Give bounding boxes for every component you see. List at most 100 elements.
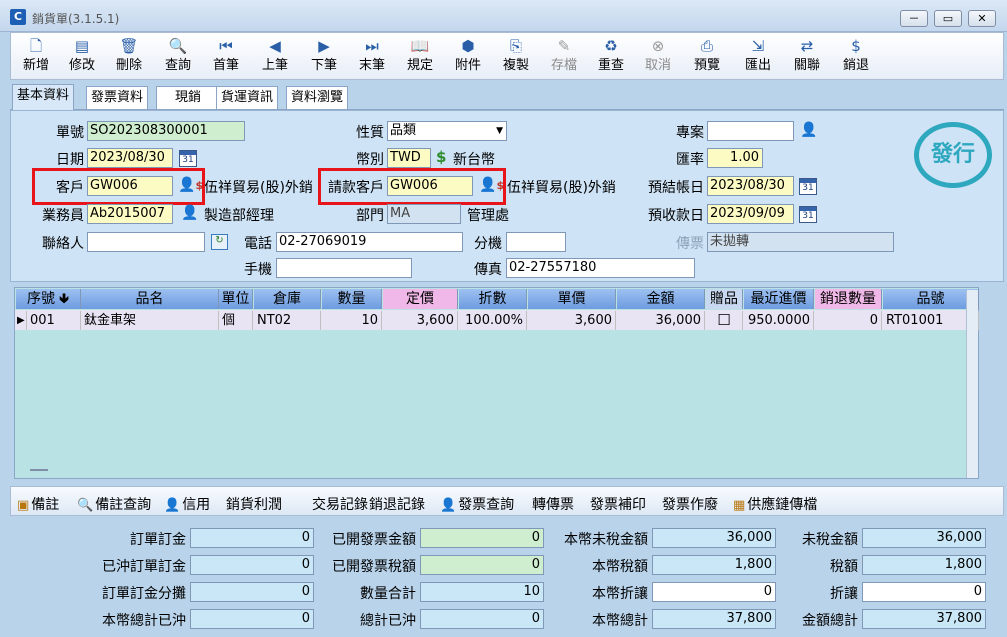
grid-header-1[interactable]: 品名 [81,289,219,309]
toolbar-button-7[interactable]: ⏭ 末筆 [349,35,395,79]
close-button[interactable]: ✕ [968,10,996,27]
cell-seq[interactable]: 001 [27,311,81,330]
tab-shipping[interactable]: 貨運資訊 [216,86,279,109]
cell-qty[interactable]: 10 [322,311,382,330]
fax-field[interactable]: 02-27557180 [506,258,695,278]
mobile-field[interactable] [276,258,412,278]
toolbar-button-10[interactable]: ⎘ 複製 [493,35,539,79]
calendar-icon[interactable]: 31 [799,178,817,195]
cell-discount[interactable]: 100.00% [459,311,527,330]
cell-item_no[interactable]: RT01001 [883,311,979,330]
deposit-alloc-field[interactable]: 0 [190,582,314,602]
grid-header-8[interactable]: 金額 [617,289,705,309]
salesperson-lookup-icon[interactable]: 👤 [181,204,198,222]
cell-amount[interactable]: 36,000 [617,311,705,330]
dept-field[interactable]: MA [387,204,461,224]
cell-list_price[interactable]: 3,600 [383,311,458,330]
minimize-button[interactable]: － [900,10,928,27]
tax-field[interactable]: 1,800 [862,555,986,575]
cell-warehouse[interactable]: NT02 [254,311,321,330]
local-tax-field[interactable]: 1,800 [652,555,776,575]
project-lookup-icon[interactable]: 👤 [800,121,817,139]
toolbar-button-4[interactable]: ⏮ 首筆 [203,35,249,79]
grid-header-6[interactable]: 折數 [459,289,527,309]
toolbar-button-17[interactable]: $ 銷退 [833,35,879,79]
project-field[interactable] [707,121,794,141]
calendar-icon[interactable]: 31 [179,150,197,167]
toolbar-button-3[interactable]: 🔍 查詢 [155,35,201,79]
salesperson-field[interactable]: Ab2015007 [87,204,173,224]
order-no-field[interactable]: SO202308300001 [87,121,245,141]
local-total-field[interactable]: 37,800 [652,609,776,629]
cell-gift[interactable]: ☐ [706,311,743,330]
nature-select[interactable]: 品類 ▼ [387,121,507,141]
cell-last_cost[interactable]: 950.0000 [744,311,814,330]
grid-scrollbar[interactable] [966,290,978,478]
tab-basic[interactable]: 基本資料 [12,84,75,110]
tab-cash-sale[interactable]: 現銷 [156,86,220,109]
grid-header-2[interactable]: 單位 [219,289,253,309]
link-item-0[interactable]: ▣ 備註 [17,494,59,514]
maximize-button[interactable]: ▭ [934,10,962,27]
order-deposit-field[interactable]: 0 [190,528,314,548]
pretax-field[interactable]: 36,000 [862,528,986,548]
cell-name[interactable]: 鈦金車架 [81,311,219,330]
ext-field[interactable] [506,232,566,252]
rate-field[interactable]: 1.00 [707,148,763,168]
grid-header-7[interactable]: 單價 [528,289,616,309]
grid-header-5[interactable]: 定價 [383,289,458,309]
link-item-1[interactable]: 🔍 備註查詢 [77,494,151,514]
toolbar-button-1[interactable]: ▤ 修改 [59,35,105,79]
link-item-4[interactable]: 交易記錄 [312,494,368,514]
link-item-6[interactable]: 👤 發票查詢 [440,494,514,514]
grid-splitter-handle[interactable] [30,469,48,471]
toolbar-button-12[interactable]: ♻ 重查 [588,35,634,79]
discount-field[interactable]: 0 [862,582,986,602]
total-offset-field[interactable]: 0 [420,609,544,629]
link-item-3[interactable]: 銷貨利潤 [226,494,282,514]
grid-header-9[interactable]: 贈品 [706,289,743,309]
collect-date-field[interactable]: 2023/09/09 [707,204,794,224]
grid-header-4[interactable]: 數量 [322,289,382,309]
offset-deposit-field[interactable]: 0 [190,555,314,575]
cell-return_qty[interactable]: 0 [815,311,882,330]
calendar-icon[interactable]: 31 [799,206,817,223]
grid-header-11[interactable]: 銷退數量 [815,289,882,309]
link-item-2[interactable]: 👤 信用 [164,494,210,514]
contact-field[interactable] [87,232,205,252]
local-total-offset-field[interactable]: 0 [190,609,314,629]
toolbar-button-6[interactable]: ▶ 下筆 [301,35,347,79]
grid-header-10[interactable]: 最近進價 [744,289,814,309]
toolbar-button-14[interactable]: ⎙ 預覽 [684,35,730,79]
phone-field[interactable]: 02-27069019 [276,232,463,252]
dollar-icon[interactable]: $ [436,148,446,166]
cell-unit[interactable]: 個 [219,311,253,330]
link-item-9[interactable]: 發票作廢 [662,494,718,514]
local-pretax-field[interactable]: 36,000 [652,528,776,548]
toolbar-button-2[interactable]: 🗑 刪除 [106,35,152,79]
invoiced-amount-field[interactable]: 0 [420,528,544,548]
local-discount-field[interactable]: 0 [652,582,776,602]
toolbar-button-15[interactable]: ⇲ 匯出 [735,35,781,79]
link-item-5[interactable]: 銷退記錄 [369,494,425,514]
link-item-10[interactable]: ▦ 供應鏈傳檔 [733,494,817,514]
date-field[interactable]: 2023/08/30 [87,148,173,168]
toolbar-button-13[interactable]: ⊗ 取消 [635,35,681,79]
link-item-8[interactable]: 發票補印 [590,494,646,514]
invoiced-tax-field[interactable]: 0 [420,555,544,575]
grand-total-field[interactable]: 37,800 [862,609,986,629]
toolbar-button-0[interactable]: 🗋 新增 [13,35,59,79]
qty-total-field[interactable]: 10 [420,582,544,602]
account-date-field[interactable]: 2023/08/30 [707,176,794,196]
grid-header-0[interactable]: 序號 🢃 [16,289,81,309]
grid-header-12[interactable]: 品號 [883,289,979,309]
currency-field[interactable]: TWD [387,148,431,168]
toolbar-button-5[interactable]: ◀ 上筆 [252,35,298,79]
grid-header-3[interactable]: 倉庫 [254,289,321,309]
tab-invoice[interactable]: 發票資料 [86,86,149,109]
toolbar-button-8[interactable]: 📖 規定 [397,35,443,79]
toolbar-button-16[interactable]: ⇄ 關聯 [784,35,830,79]
tab-browse[interactable]: 資料瀏覽 [286,86,349,109]
link-item-7[interactable]: 轉傳票 [532,494,574,514]
toolbar-button-9[interactable]: ⬢ 附件 [445,35,491,79]
